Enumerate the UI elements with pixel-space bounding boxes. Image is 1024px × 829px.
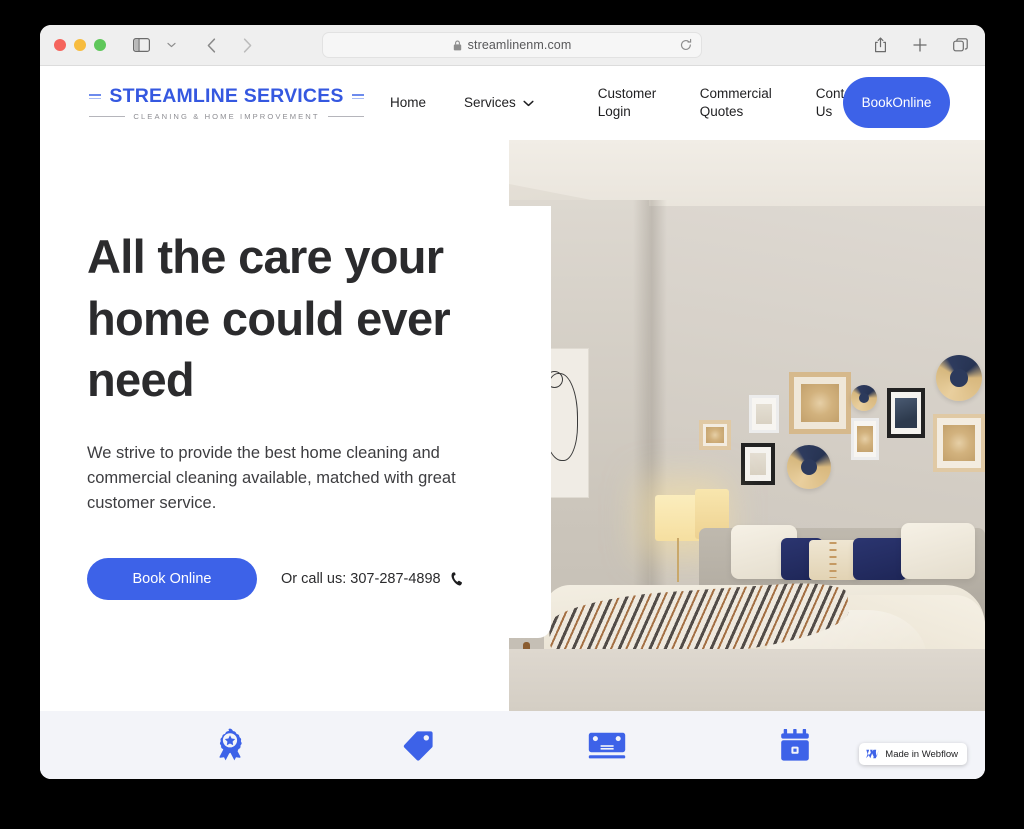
logo-tagline: CLEANING & HOME IMPROVEMENT	[133, 112, 320, 121]
chevron-down-icon	[523, 100, 534, 107]
toolbar-right-group	[867, 33, 973, 57]
phone-icon	[451, 572, 464, 586]
nav-item-customer-login-line1: Customer	[597, 86, 657, 102]
frame-sketch	[749, 395, 779, 433]
site-logo[interactable]: STREAMLINE SERVICES CLEANING & HOME IMPR…	[89, 85, 365, 121]
sidebar-toggle-icon[interactable]	[128, 33, 154, 57]
credit-card-icon	[588, 732, 626, 759]
basket-small	[851, 385, 877, 411]
forward-arrow-icon[interactable]	[234, 33, 260, 57]
logo-tagline-row: CLEANING & HOME IMPROVEMENT	[89, 112, 365, 121]
hero-image	[509, 140, 985, 711]
features-strip	[40, 711, 985, 779]
lock-icon	[453, 40, 462, 51]
frame-spiral-large	[789, 372, 851, 434]
sidebar-chevron-down-icon[interactable]	[158, 33, 184, 57]
header-book-online-line1: Book	[861, 94, 893, 110]
browser-window: streamlinenm.com STREAMLINE SERVICES CLE…	[40, 25, 985, 779]
hero-section: All the care your home could ever need W…	[40, 140, 985, 711]
nav-item-home[interactable]: Home	[390, 94, 426, 112]
basket-large	[936, 355, 982, 401]
nav-item-commercial-quotes[interactable]: Commercial Quotes	[700, 85, 786, 121]
logo-wordmark-row: STREAMLINE SERVICES	[89, 85, 365, 108]
made-in-webflow-label: Made in Webflow	[885, 748, 958, 760]
browser-toolbar: streamlinenm.com	[40, 25, 985, 66]
webpage: STREAMLINE SERVICES CLEANING & HOME IMPR…	[40, 66, 985, 779]
basket-medium	[787, 445, 831, 489]
nav-item-commercial-quotes-line2: Quotes	[699, 104, 744, 119]
maximize-window-button[interactable]	[94, 39, 106, 51]
logo-tagline-rule-right	[327, 116, 365, 117]
pillow-accent	[809, 540, 857, 580]
minimize-window-button[interactable]	[74, 39, 86, 51]
screen: streamlinenm.com STREAMLINE SERVICES CLE…	[0, 0, 1024, 829]
nav-item-services-label: Services	[464, 95, 516, 111]
nav-item-customer-login[interactable]: Customer Login	[598, 85, 670, 121]
frame-spiral-right	[933, 414, 985, 472]
hero-subtitle: We strive to provide the best home clean…	[87, 443, 456, 512]
logo-tagline-rule-left	[89, 116, 126, 117]
address-bar[interactable]: streamlinenm.com	[322, 32, 702, 58]
nav-item-contact-us-line2: Us	[815, 104, 833, 119]
price-tag-icon	[403, 730, 434, 761]
toolbar-left-group	[128, 33, 184, 57]
share-icon[interactable]	[867, 33, 893, 57]
pillow-white-right	[901, 523, 975, 579]
feature-price-tag[interactable]	[324, 730, 512, 761]
traffic-lights	[54, 39, 106, 51]
header-book-online-button[interactable]: Book Online	[843, 77, 950, 128]
hero-copy: All the care your home could ever need W…	[87, 226, 517, 600]
nav-item-customer-login-line2: Login	[597, 104, 631, 119]
award-ribbon-icon	[215, 728, 245, 762]
frame-tall-print	[851, 418, 879, 460]
frame-dark-art	[887, 388, 925, 438]
browser-nav-arrows	[198, 33, 260, 57]
webflow-logo-icon	[866, 749, 880, 759]
hero-phone-link[interactable]: Or call us: 307-287-4898	[281, 571, 464, 587]
feature-award[interactable]	[136, 728, 324, 762]
back-arrow-icon[interactable]	[198, 33, 224, 57]
hero-book-online-button[interactable]: Book Online	[87, 557, 257, 600]
tabs-overview-icon[interactable]	[947, 33, 973, 57]
logo-rule-left	[89, 92, 102, 101]
hero-phone-text: Or call us: 307-287-4898	[281, 570, 441, 587]
hero-title: All the care your home could ever need	[87, 230, 451, 407]
main-navigation: Home Services Customer Login Commercial …	[390, 85, 874, 121]
frame-black-small	[741, 443, 775, 485]
hero-cta-row: Book Online Or call us: 307-287-4898	[87, 557, 517, 600]
logo-rule-right	[351, 92, 365, 101]
bedroom-scene	[509, 140, 985, 711]
floor	[509, 649, 985, 711]
plus-icon[interactable]	[907, 33, 933, 57]
pillow-navy-right	[853, 538, 907, 580]
nav-item-commercial-quotes-line1: Commercial	[699, 86, 772, 102]
header-book-online-line2: Online	[892, 94, 932, 110]
calendar-icon	[780, 728, 810, 762]
close-window-button[interactable]	[54, 39, 66, 51]
logo-wordmark: STREAMLINE SERVICES	[109, 85, 344, 107]
made-in-webflow-badge[interactable]: Made in Webflow	[859, 743, 967, 765]
frame-small-weave	[699, 420, 731, 450]
reload-icon[interactable]	[680, 38, 692, 52]
nav-item-services[interactable]: Services	[464, 94, 534, 112]
site-header: STREAMLINE SERVICES CLEANING & HOME IMPR…	[40, 66, 985, 140]
url-text: streamlinenm.com	[467, 38, 572, 52]
feature-credit-card[interactable]	[513, 732, 701, 759]
